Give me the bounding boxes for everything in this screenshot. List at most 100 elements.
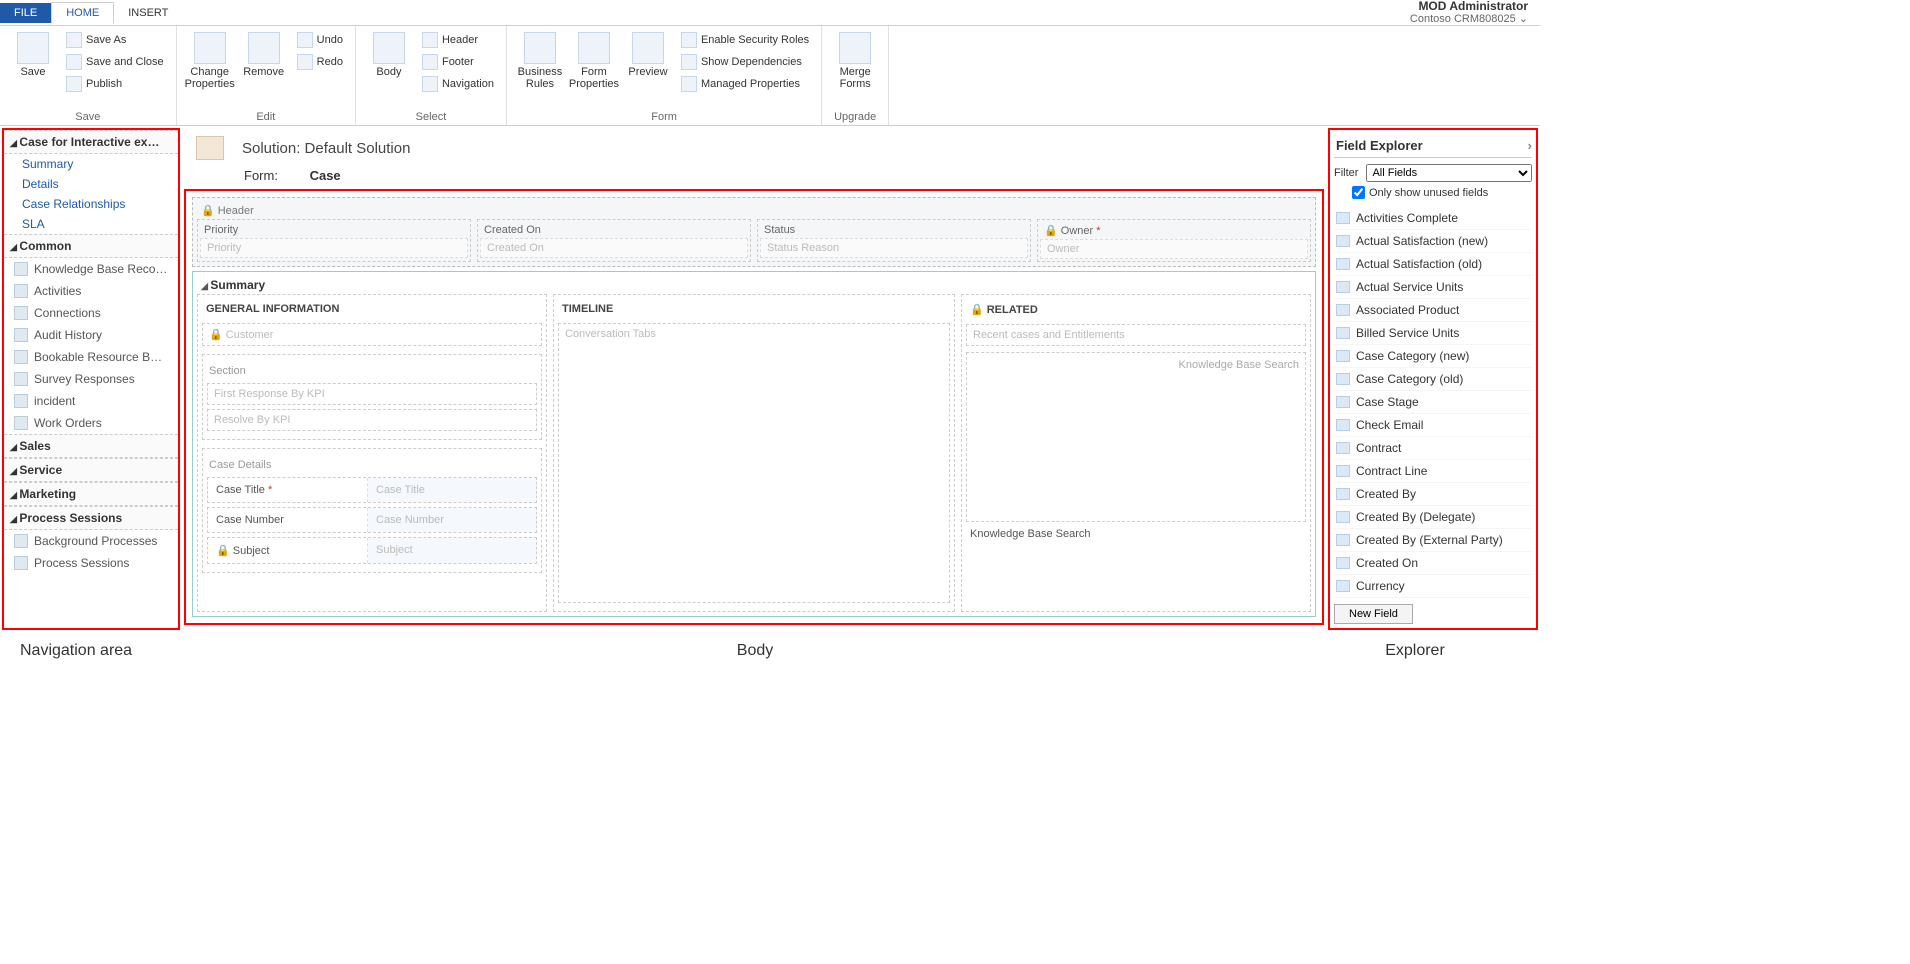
field-item[interactable]: Billed Service Units	[1334, 322, 1532, 345]
filter-select[interactable]: All Fields	[1366, 164, 1532, 182]
preview-icon	[632, 32, 664, 64]
case-details-section[interactable]: Case Details Case Title *Case Title Case …	[202, 448, 542, 573]
field-item[interactable]: Actual Satisfaction (new)	[1334, 230, 1532, 253]
navigation-button[interactable]: Navigation	[418, 74, 498, 94]
change-properties-button[interactable]: Change Properties	[185, 30, 235, 92]
field-item[interactable]: Associated Product	[1334, 299, 1532, 322]
field-item[interactable]: Contract Line	[1334, 460, 1532, 483]
general-info-section[interactable]: GENERAL INFORMATION 🔒 Customer Section F…	[197, 294, 547, 612]
nav-sales-header[interactable]: Sales	[4, 434, 178, 458]
managed-properties-button[interactable]: Managed Properties	[677, 74, 813, 94]
lock-icon: 🔒	[209, 329, 223, 341]
first-response-kpi-field[interactable]: First Response By KPI	[207, 383, 537, 405]
timeline-section[interactable]: TIMELINE Conversation Tabs	[553, 294, 955, 612]
kpi-section[interactable]: Section First Response By KPI Resolve By…	[202, 354, 542, 440]
nav-sub-item[interactable]: SLA	[4, 214, 178, 234]
customer-field[interactable]: 🔒 Customer	[202, 323, 542, 346]
form-properties-button[interactable]: Form Properties	[569, 30, 619, 92]
field-icon	[1336, 304, 1350, 316]
field-item[interactable]: Created By (Delegate)	[1334, 506, 1532, 529]
field-icon	[1336, 580, 1350, 592]
nav-item[interactable]: incident	[4, 390, 178, 412]
tab-insert[interactable]: INSERT	[114, 3, 182, 23]
nav-sub-item[interactable]: Details	[4, 174, 178, 194]
footer-button[interactable]: Footer	[418, 52, 498, 72]
nav-item[interactable]: Connections	[4, 302, 178, 324]
field-item[interactable]: Case Category (old)	[1334, 368, 1532, 391]
business-rules-button[interactable]: Business Rules	[515, 30, 565, 92]
chevron-right-icon[interactable]: ›	[1528, 138, 1532, 153]
field-item[interactable]: Actual Service Units	[1334, 276, 1532, 299]
body-button[interactable]: Body	[364, 30, 414, 80]
field-icon	[1336, 350, 1350, 362]
detail-row[interactable]: 🔒 SubjectSubject	[207, 537, 537, 564]
tab-home[interactable]: HOME	[51, 2, 114, 24]
new-field-button[interactable]: New Field	[1334, 604, 1413, 624]
field-item[interactable]: Actual Satisfaction (old)	[1334, 253, 1532, 276]
nav-common-header[interactable]: Common	[4, 234, 178, 258]
summary-tab[interactable]: Summary GENERAL INFORMATION 🔒 Customer S…	[192, 271, 1316, 617]
save-close-button[interactable]: Save and Close	[62, 52, 168, 72]
nav-sub-item[interactable]: Case Relationships	[4, 194, 178, 214]
field-item[interactable]: Created By	[1334, 483, 1532, 506]
field-item[interactable]: Contract	[1334, 437, 1532, 460]
merge-forms-button[interactable]: Merge Forms	[830, 30, 880, 92]
nav-item[interactable]: Survey Responses	[4, 368, 178, 390]
nav-root-header[interactable]: Case for Interactive ex…	[4, 130, 178, 154]
undo-button[interactable]: Undo	[293, 30, 347, 50]
publish-button[interactable]: Publish	[62, 74, 168, 94]
header-section[interactable]: 🔒Header PriorityPriorityCreated OnCreate…	[192, 197, 1316, 267]
nav-icon	[422, 76, 438, 92]
summary-title[interactable]: Summary	[197, 276, 1311, 294]
form-canvas: 🔒Header PriorityPriorityCreated OnCreate…	[184, 189, 1324, 625]
nav-item[interactable]: Bookable Resource B…	[4, 346, 178, 368]
field-item[interactable]: Case Stage	[1334, 391, 1532, 414]
save-as-button[interactable]: Save As	[62, 30, 168, 50]
save-button[interactable]: Save	[8, 30, 58, 80]
entity-icon	[14, 416, 28, 430]
header-cell[interactable]: PriorityPriority	[197, 219, 471, 262]
field-item[interactable]: Currency	[1334, 575, 1532, 598]
nav-marketing-header[interactable]: Marketing	[4, 482, 178, 506]
enable-security-button[interactable]: Enable Security Roles	[677, 30, 813, 50]
nav-item[interactable]: Activities	[4, 280, 178, 302]
field-item[interactable]: Check Email	[1334, 414, 1532, 437]
related-section[interactable]: 🔒RELATED Recent cases and Entitlements K…	[961, 294, 1311, 612]
remove-button[interactable]: Remove	[239, 30, 289, 80]
group-save-label: Save	[8, 109, 168, 123]
lock-icon: 🔒	[1044, 225, 1058, 237]
nav-item[interactable]: Audit History	[4, 324, 178, 346]
header-cell[interactable]: 🔒 Owner *Owner	[1037, 219, 1311, 262]
preview-button[interactable]: Preview	[623, 30, 673, 80]
field-icon	[1336, 465, 1350, 477]
chevron-down-icon[interactable]: ⌄	[1519, 13, 1528, 25]
only-unused-checkbox[interactable]: Only show unused fields	[1352, 186, 1532, 199]
nav-item[interactable]: Work Orders	[4, 412, 178, 434]
header-cell[interactable]: Created OnCreated On	[477, 219, 751, 262]
recent-cases-field[interactable]: Recent cases and Entitlements	[966, 324, 1306, 346]
detail-row[interactable]: Case Title *Case Title	[207, 477, 537, 503]
nav-sub-item[interactable]: Summary	[4, 154, 178, 174]
redo-button[interactable]: Redo	[293, 52, 347, 72]
header-cell[interactable]: StatusStatus Reason	[757, 219, 1031, 262]
field-item[interactable]: Created On	[1334, 552, 1532, 575]
nav-item[interactable]: Process Sessions	[4, 552, 178, 574]
save-close-icon	[66, 54, 82, 70]
nav-item[interactable]: Knowledge Base Reco…	[4, 258, 178, 280]
form-props-icon	[578, 32, 610, 64]
field-item[interactable]: Case Category (new)	[1334, 345, 1532, 368]
body-icon	[373, 32, 405, 64]
field-item[interactable]: Activities Complete	[1334, 207, 1532, 230]
case-details-label: Case Details	[207, 453, 537, 473]
tab-file[interactable]: FILE	[0, 3, 51, 23]
field-item[interactable]: Created By (External Party)	[1334, 529, 1532, 552]
conversation-tabs-field[interactable]: Conversation Tabs	[558, 323, 950, 603]
nav-service-header[interactable]: Service	[4, 458, 178, 482]
kb-search-box[interactable]: Knowledge Base Search	[966, 352, 1306, 522]
nav-process-header[interactable]: Process Sessions	[4, 506, 178, 530]
detail-row[interactable]: Case NumberCase Number	[207, 507, 537, 533]
show-dependencies-button[interactable]: Show Dependencies	[677, 52, 813, 72]
nav-item[interactable]: Background Processes	[4, 530, 178, 552]
resolve-by-kpi-field[interactable]: Resolve By KPI	[207, 409, 537, 431]
header-button[interactable]: Header	[418, 30, 498, 50]
